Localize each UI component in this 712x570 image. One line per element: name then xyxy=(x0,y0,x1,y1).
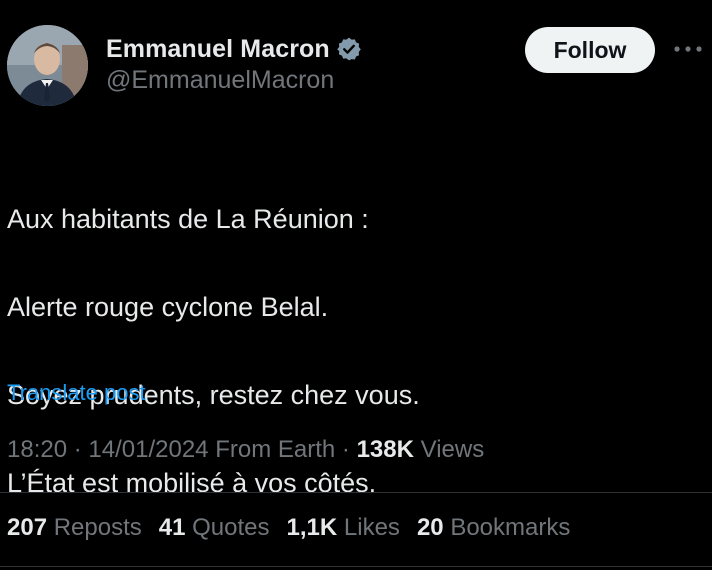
author-handle[interactable]: @EmmanuelMacron xyxy=(106,66,334,95)
follow-button[interactable]: Follow xyxy=(525,27,655,73)
verified-badge-icon xyxy=(336,36,362,62)
views-count: 138K xyxy=(356,436,414,463)
reposts-label: Reposts xyxy=(53,514,142,541)
reposts-stat[interactable]: 207 Reposts xyxy=(7,514,142,542)
quotes-stat[interactable]: 41 Quotes xyxy=(159,514,270,542)
likes-count: 1,1K xyxy=(286,514,338,541)
quotes-count: 41 xyxy=(158,514,186,541)
post-date[interactable]: 14/01/2024 xyxy=(88,436,208,463)
post-text-line: Alerte rouge cyclone Belal. xyxy=(7,292,329,322)
post-text-line: Aux habitants de La Réunion : xyxy=(7,204,369,234)
author-display-name[interactable]: Emmanuel Macron xyxy=(106,35,330,64)
quotes-label: Quotes xyxy=(192,514,270,541)
likes-label: Likes xyxy=(343,514,400,541)
post-meta: 18:20 · 14/01/2024 From Earth · 138K Vie… xyxy=(7,436,484,464)
reposts-count: 207 xyxy=(7,514,48,541)
more-horizontal-icon[interactable] xyxy=(671,34,705,64)
bookmarks-label: Bookmarks xyxy=(450,514,571,541)
meta-separator: · xyxy=(73,436,89,463)
translate-post-link[interactable]: Translate post xyxy=(7,380,146,406)
divider xyxy=(0,566,712,567)
likes-stat[interactable]: 1,1K Likes xyxy=(287,514,400,542)
meta-separator: · xyxy=(341,436,357,463)
author-name-row: Emmanuel Macron xyxy=(106,32,362,66)
bookmarks-stat[interactable]: 20 Bookmarks xyxy=(417,514,570,542)
engagement-stats: 207 Reposts 41 Quotes 1,1K Likes 20 Book… xyxy=(7,514,570,542)
bookmarks-count: 20 xyxy=(416,514,444,541)
avatar[interactable] xyxy=(7,25,88,106)
divider xyxy=(0,492,712,493)
avatar-image xyxy=(7,25,88,106)
tweet-card: Emmanuel Macron @EmmanuelMacron Follow A… xyxy=(0,0,712,570)
post-source: From Earth xyxy=(215,436,336,463)
post-text-line: L’État est mobilisé à vos côtés. xyxy=(7,468,377,498)
views-label: Views xyxy=(420,436,485,463)
post-time[interactable]: 18:20 xyxy=(7,436,67,463)
post-text: Aux habitants de La Réunion : Alerte rou… xyxy=(7,153,420,549)
